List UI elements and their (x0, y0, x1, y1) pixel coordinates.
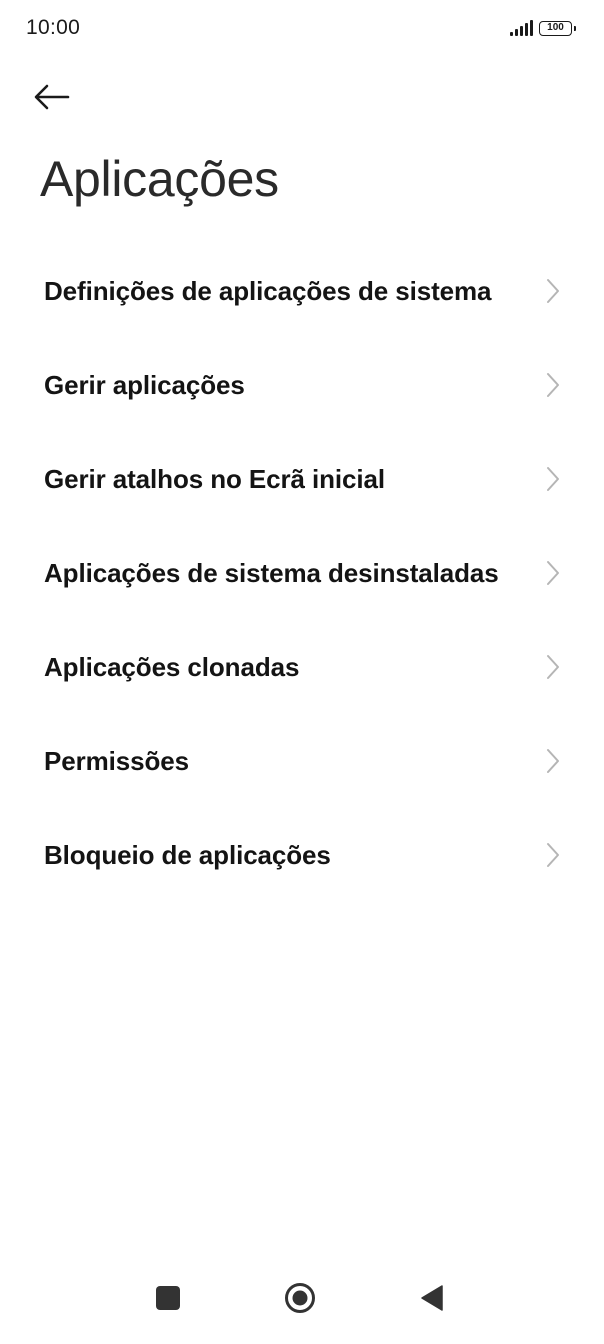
page-title: Aplicações (40, 151, 279, 207)
back-triangle-icon[interactable] (420, 1284, 444, 1312)
menu-item-uninstalled-system-apps[interactable]: Aplicações de sistema desinstaladas (0, 526, 604, 620)
menu-item-app-lock[interactable]: Bloqueio de aplicações (0, 808, 604, 902)
menu-list: Definições de aplicações de sistema Geri… (0, 244, 604, 902)
menu-item-label: Aplicações clonadas (44, 651, 300, 682)
chevron-right-icon (547, 561, 559, 585)
chevron-right-icon (547, 373, 559, 397)
menu-item-home-shortcuts[interactable]: Gerir atalhos no Ecrã inicial (0, 432, 604, 526)
signal-icon (510, 20, 533, 36)
status-icons: 100 (510, 20, 576, 36)
menu-item-label: Definições de aplicações de sistema (44, 275, 492, 306)
recents-square-icon[interactable] (156, 1286, 180, 1310)
menu-item-label: Bloqueio de aplicações (44, 839, 331, 870)
menu-item-label: Gerir atalhos no Ecrã inicial (44, 463, 386, 494)
status-time: 10:00 (26, 16, 81, 39)
chevron-right-icon (547, 655, 559, 679)
navigation-bar (0, 1264, 604, 1344)
menu-item-system-app-settings[interactable]: Definições de aplicações de sistema (0, 244, 604, 338)
menu-item-label: Permissões (44, 745, 189, 776)
menu-item-label: Gerir aplicações (44, 369, 245, 400)
status-bar: 10:00 100 (0, 0, 604, 56)
back-button[interactable] (34, 74, 90, 120)
arrow-left-icon (34, 84, 70, 110)
home-circle-icon[interactable] (284, 1282, 316, 1314)
chevron-right-icon (547, 749, 559, 773)
menu-item-manage-apps[interactable]: Gerir aplicações (0, 338, 604, 432)
chevron-right-icon (547, 279, 559, 303)
battery-level: 100 (547, 22, 564, 33)
menu-item-cloned-apps[interactable]: Aplicações clonadas (0, 620, 604, 714)
battery-icon: 100 (539, 20, 576, 36)
menu-item-permissions[interactable]: Permissões (0, 714, 604, 808)
menu-item-label: Aplicações de sistema desinstaladas (44, 557, 499, 588)
chevron-right-icon (547, 467, 559, 491)
chevron-right-icon (547, 843, 559, 867)
